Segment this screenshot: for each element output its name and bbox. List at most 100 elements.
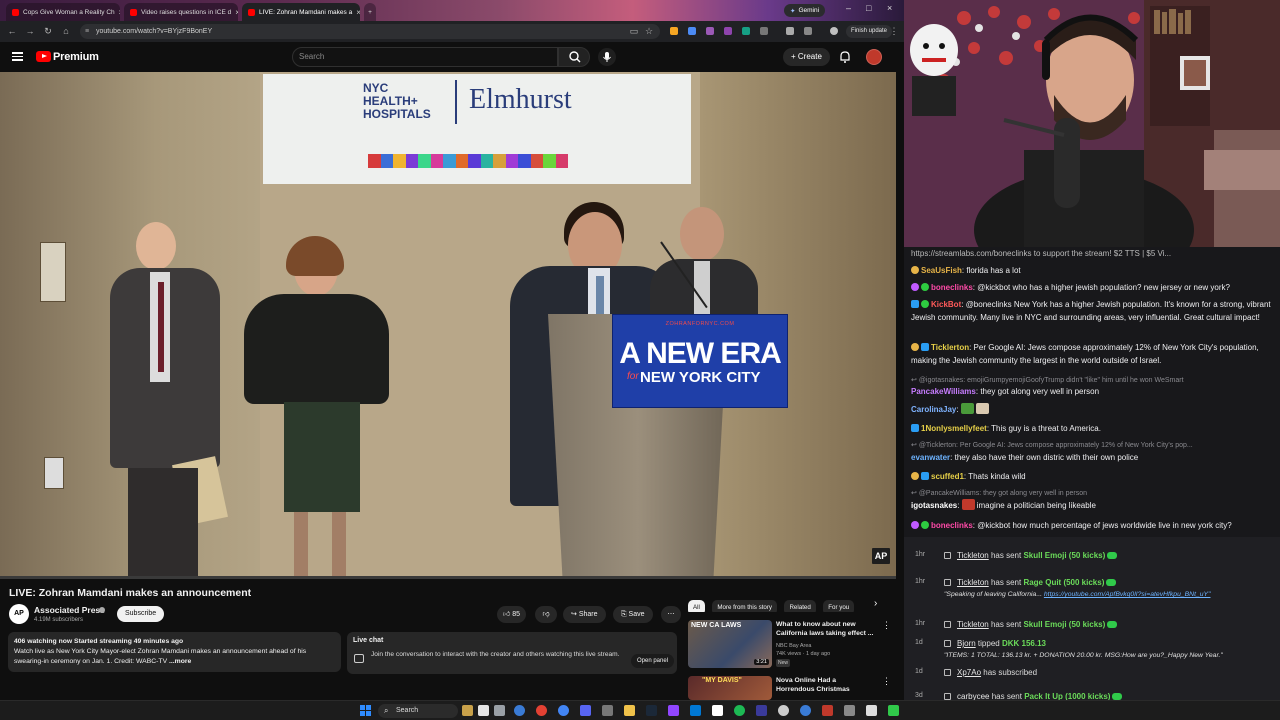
chat-username[interactable]: CarolinaJay [911, 405, 956, 414]
chat-username[interactable]: KickBot [931, 300, 961, 309]
extension-icon[interactable] [688, 27, 696, 35]
search-button[interactable] [558, 47, 590, 67]
hamburger-menu-icon[interactable] [12, 52, 23, 61]
back-icon[interactable]: ← [6, 25, 18, 37]
channel-avatar[interactable]: AP [9, 604, 29, 624]
sidebar-icon[interactable] [786, 27, 794, 35]
finish-update-button[interactable]: Finish update [846, 25, 893, 38]
minimize-icon[interactable]: – [846, 3, 851, 13]
youtube-brand[interactable]: Premium [53, 51, 99, 63]
description-more-link[interactable]: ...more [169, 658, 191, 665]
close-icon[interactable]: × [356, 8, 360, 17]
app-icon[interactable] [478, 705, 489, 716]
more-actions-button[interactable]: ⋯ [661, 606, 681, 623]
alert-user[interactable]: Tickleton [957, 578, 989, 587]
video-thumbnail[interactable]: NEW CA LAWS 3:21 [688, 620, 772, 668]
chat-username[interactable]: SeaUsFish [921, 266, 962, 275]
alert-message-link[interactable]: https://youtube.com/ApfBvkq0lI?si=atevHf… [1044, 591, 1211, 598]
steam-icon[interactable] [646, 705, 657, 716]
spotify-icon[interactable] [734, 705, 745, 716]
alert-user[interactable]: Bjorn [957, 639, 976, 648]
maximize-icon[interactable]: □ [866, 3, 871, 13]
windows-start-icon[interactable] [360, 705, 371, 716]
app-icon[interactable] [888, 705, 899, 716]
create-button[interactable]: + Create [783, 48, 830, 66]
close-window-icon[interactable]: × [887, 3, 892, 13]
chat-username[interactable]: 1Nonlysmellyfeet [921, 424, 987, 433]
chip-all[interactable]: All [688, 600, 705, 612]
chip-more-from-story[interactable]: More from this story [712, 600, 778, 612]
account-avatar[interactable] [866, 49, 882, 65]
dislike-button[interactable]: 👎︎ [535, 606, 557, 623]
gemini-button[interactable]: ✦ Gemini [784, 4, 826, 17]
home-icon[interactable]: ⌂ [60, 25, 72, 37]
app-icon[interactable] [866, 705, 877, 716]
url-field[interactable]: ≡ youtube.com/watch?v=BYjzF9BonEY [80, 24, 660, 39]
chevron-right-icon[interactable]: › [874, 598, 877, 609]
profile-avatar[interactable] [830, 27, 838, 35]
recommendation-item[interactable]: "MY DAVIS" Nova Online Had a Horrendous … [688, 676, 896, 700]
app-icon[interactable] [756, 705, 767, 716]
save-button[interactable]: ⎘ Save [613, 606, 653, 623]
chip-related[interactable]: Related [784, 600, 816, 612]
notifications-bell-icon[interactable] [838, 50, 852, 64]
new-tab-button[interactable]: + [364, 3, 376, 21]
close-icon[interactable]: × [119, 8, 120, 17]
recommendation-item[interactable]: NEW CA LAWS 3:21 What to know about new … [688, 620, 896, 672]
reload-icon[interactable]: ↻ [42, 25, 54, 37]
chrome-profile-icon[interactable] [558, 705, 569, 716]
video-progress-bar[interactable] [0, 576, 896, 579]
bookmark-star-icon[interactable]: ☆ [643, 25, 655, 37]
more-vertical-icon[interactable]: ⋮ [882, 620, 891, 631]
site-info-icon[interactable]: ≡ [85, 24, 89, 39]
alert-user[interactable]: Xp7Ao [957, 668, 981, 677]
browser-menu-icon[interactable]: ⋮ [888, 25, 900, 37]
chat-username[interactable]: scuffed1 [931, 472, 964, 481]
chat-username[interactable]: evanwater [911, 453, 950, 462]
alert-user[interactable]: Tickleton [957, 551, 989, 560]
chat-username[interactable]: Ticklerton [931, 343, 969, 352]
chat-username[interactable]: boneclinks [931, 521, 973, 530]
channel-name[interactable]: Associated Press [34, 605, 105, 615]
app-icon[interactable] [822, 705, 833, 716]
chrome-icon[interactable] [536, 705, 547, 716]
recommendation-title[interactable]: Nova Online Had a Horrendous Christmas [776, 676, 876, 694]
cast-icon[interactable]: ▭ [628, 25, 640, 37]
subscribe-button[interactable]: Subscribe [117, 606, 165, 622]
youtube-logo-icon[interactable] [36, 51, 51, 62]
share-button[interactable]: ↪ Share [563, 606, 606, 623]
chip-for-you[interactable]: For you [823, 600, 855, 612]
open-panel-button[interactable]: Open panel [631, 654, 675, 668]
extension-icon[interactable] [724, 27, 732, 35]
forward-icon[interactable]: → [24, 25, 36, 37]
taskbar-search[interactable]: ⌕ Search [378, 704, 458, 718]
app-icon[interactable] [844, 705, 855, 716]
discord-icon[interactable] [580, 705, 591, 716]
video-player[interactable]: NYC HEALTH+ HOSPITALS Elmhurst ZOHRANFOR… [0, 72, 896, 576]
extension-icon[interactable] [742, 27, 750, 35]
twitch-icon[interactable] [668, 705, 679, 716]
like-button[interactable]: 👍︎ 85 [497, 606, 527, 623]
chat-username[interactable]: boneclinks [931, 283, 973, 292]
edge-icon[interactable] [514, 705, 525, 716]
more-vertical-icon[interactable]: ⋮ [882, 676, 891, 687]
task-view-icon[interactable] [494, 705, 505, 716]
recommendation-title[interactable]: What to know about new California laws t… [776, 620, 876, 638]
app-icon[interactable] [778, 705, 789, 716]
terminal-icon[interactable] [602, 705, 613, 716]
alert-user[interactable]: Tickleton [957, 620, 989, 629]
tab-1[interactable]: Video raises questions in ICE d × [124, 3, 238, 21]
file-explorer-icon[interactable] [462, 705, 473, 716]
download-icon[interactable] [804, 27, 812, 35]
alert-user[interactable]: carbycee [957, 692, 989, 700]
search-input[interactable]: Search [292, 47, 558, 67]
app-icon[interactable] [800, 705, 811, 716]
voice-search-button[interactable] [598, 48, 616, 66]
extensions-puzzle-icon[interactable] [760, 27, 768, 35]
extension-icon[interactable] [706, 27, 714, 35]
description-box[interactable]: 406 watching now Started streaming 49 mi… [8, 632, 341, 672]
tab-0[interactable]: Cops Give Woman a Reality Ch × [6, 3, 120, 21]
folder-icon[interactable] [624, 705, 635, 716]
chat-username[interactable]: PancakeWilliams [911, 387, 976, 396]
extension-icon[interactable] [670, 27, 678, 35]
